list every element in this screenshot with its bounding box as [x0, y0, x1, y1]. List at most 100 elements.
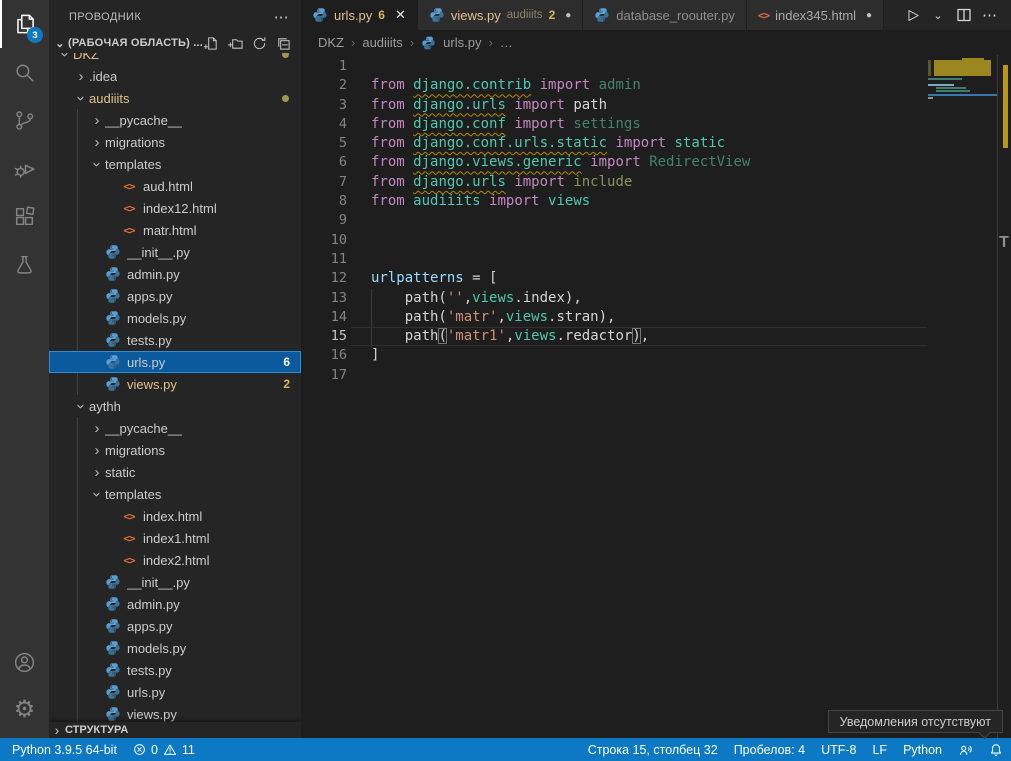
tree-item-DKZ[interactable]: ›DKZ	[49, 53, 301, 65]
sidebar-more-icon[interactable]: ⋯	[274, 8, 289, 26]
activity-search[interactable]	[0, 48, 49, 96]
tree-item-aud.html[interactable]: <>aud.html	[49, 175, 301, 197]
code-line-8[interactable]: 8from audiiits import views	[301, 192, 1011, 211]
breadcrumb-item[interactable]: audiiits	[362, 35, 402, 50]
tree-item-admin.py[interactable]: admin.py	[49, 263, 301, 285]
code-token: ,	[506, 328, 514, 344]
code-token: urlpatterns	[371, 270, 464, 286]
tree-item-apps.py[interactable]: apps.py	[49, 615, 301, 637]
activity-explorer[interactable]: 3	[0, 0, 49, 48]
code-editor[interactable]: 12from django.contrib import admin3from …	[301, 55, 1011, 738]
tree-item-apps.py[interactable]: apps.py	[49, 285, 301, 307]
split-editor-button[interactable]	[953, 4, 975, 26]
tree-item-aythh[interactable]: ›aythh	[49, 395, 301, 417]
indentation-status[interactable]: Пробелов: 4	[726, 738, 813, 761]
activity-extensions[interactable]	[0, 192, 49, 240]
code-line-2[interactable]: 2from django.contrib import admin	[301, 76, 1011, 95]
tree-item-migrations[interactable]: ›migrations	[49, 439, 301, 461]
code-line-3[interactable]: 3from django.urls import path	[301, 96, 1011, 115]
tree-item-views.py[interactable]: views.py	[49, 703, 301, 722]
breadcrumb-separator-icon: ›	[351, 35, 355, 50]
code-token: 'matr'	[447, 309, 498, 325]
tree-item-tests.py[interactable]: tests.py	[49, 659, 301, 681]
tree-item-static[interactable]: ›static	[49, 461, 301, 483]
tree-item-urls.py[interactable]: urls.py	[49, 681, 301, 703]
code-line-16[interactable]: 16]	[301, 346, 1011, 365]
tree-item-__pycache__[interactable]: ›__pycache__	[49, 417, 301, 439]
collapse-all-icon[interactable]	[276, 36, 291, 51]
overview-ruler[interactable]: T	[997, 55, 1011, 738]
tree-item-templates[interactable]: ›templates	[49, 153, 301, 175]
dirty-dot-icon[interactable]: ●	[866, 10, 872, 21]
workspace-section-header[interactable]: ⌄ (РАБОЧАЯ ОБЛАСТЬ) ...	[49, 33, 301, 53]
code-line-15[interactable]: 15 path('matr1',views.redactor),	[301, 327, 1011, 346]
close-icon[interactable]: ✕	[395, 7, 406, 23]
tab-index345.html[interactable]: <>index345.html●	[747, 0, 884, 30]
encoding-status[interactable]: UTF-8	[813, 738, 864, 761]
more-actions-button[interactable]: ⋯	[979, 4, 1001, 26]
tree-item-audiiits[interactable]: ›audiiits	[49, 87, 301, 109]
tab-views.py[interactable]: views.pyaudiiits2●	[418, 0, 583, 30]
code-line-7[interactable]: 7from django.urls import include	[301, 173, 1011, 192]
tree-item-index12.html[interactable]: <>index12.html	[49, 197, 301, 219]
code-line-11[interactable]: 11	[301, 250, 1011, 269]
cursor-position-status[interactable]: Строка 15, столбец 32	[580, 738, 726, 761]
language-mode-status[interactable]: Python	[895, 738, 950, 761]
modified-dot-icon	[282, 53, 289, 58]
activity-account[interactable]	[0, 638, 49, 686]
python-icon	[105, 266, 121, 282]
feedback-button[interactable]	[950, 738, 981, 761]
new-file-icon[interactable]	[204, 36, 219, 51]
tree-item-index1.html[interactable]: <>index1.html	[49, 527, 301, 549]
breadcrumb-item[interactable]: urls.py	[443, 35, 481, 50]
code-line-5[interactable]: 5from django.conf.urls.static import sta…	[301, 134, 1011, 153]
tree-item-index2.html[interactable]: <>index2.html	[49, 549, 301, 571]
problems-status[interactable]: 0 11	[125, 738, 203, 761]
breadcrumb-item[interactable]: DKZ	[318, 35, 344, 50]
activity-testing[interactable]	[0, 240, 49, 288]
code-line-1[interactable]: 1	[301, 57, 1011, 76]
tree-item-__init__.py[interactable]: __init__.py	[49, 571, 301, 593]
code-line-6[interactable]: 6from django.views.generic import Redire…	[301, 153, 1011, 172]
minimap[interactable]	[928, 57, 997, 187]
refresh-icon[interactable]	[252, 36, 267, 51]
run-dropdown-chevron-icon[interactable]: ⌄	[927, 4, 949, 26]
code-line-12[interactable]: 12urlpatterns = [	[301, 269, 1011, 288]
tree-item-models.py[interactable]: models.py	[49, 637, 301, 659]
tree-item-matr.html[interactable]: <>matr.html	[49, 219, 301, 241]
breadcrumb-item[interactable]: …	[500, 35, 513, 50]
outline-section-header[interactable]: › СТРУКТУРА	[49, 722, 301, 738]
code-token: ''	[447, 290, 464, 306]
python-interpreter-status[interactable]: Python 3.9.5 64-bit	[4, 738, 125, 761]
run-python-file-button[interactable]	[901, 4, 923, 26]
tree-item-label: __pycache__	[105, 113, 182, 128]
code-line-9[interactable]: 9	[301, 211, 1011, 230]
tree-item-tests.py[interactable]: tests.py	[49, 329, 301, 351]
code-line-4[interactable]: 4from django.conf import settings	[301, 115, 1011, 134]
code-line-17[interactable]: 17	[301, 366, 1011, 385]
tree-item-templates[interactable]: ›templates	[49, 483, 301, 505]
code-line-10[interactable]: 10	[301, 231, 1011, 250]
tab-urls.py[interactable]: urls.py6✕	[301, 0, 418, 30]
activity-source-control[interactable]	[0, 96, 49, 144]
tree-item-.idea[interactable]: ›.idea	[49, 65, 301, 87]
notifications-bell-button[interactable]	[981, 738, 1011, 761]
activity-settings[interactable]: ⚙	[0, 686, 49, 734]
eol-status[interactable]: LF	[864, 738, 895, 761]
tab-database_roouter.py[interactable]: database_roouter.py	[583, 0, 747, 30]
new-folder-icon[interactable]	[228, 36, 243, 51]
workspace-actions	[204, 36, 301, 51]
tree-item-migrations[interactable]: ›migrations	[49, 131, 301, 153]
tree-item-index.html[interactable]: <>index.html	[49, 505, 301, 527]
code-token: include	[573, 174, 632, 190]
code-line-13[interactable]: 13 path('',views.index),	[301, 289, 1011, 308]
tree-item-admin.py[interactable]: admin.py	[49, 593, 301, 615]
tree-item-views.py[interactable]: views.py2	[49, 373, 301, 395]
tree-item-models.py[interactable]: models.py	[49, 307, 301, 329]
activity-run-debug[interactable]	[0, 144, 49, 192]
tree-item-__pycache__[interactable]: ›__pycache__	[49, 109, 301, 131]
tree-item-__init__.py[interactable]: __init__.py	[49, 241, 301, 263]
dirty-dot-icon[interactable]: ●	[565, 10, 571, 21]
tree-item-urls.py[interactable]: urls.py6	[49, 351, 301, 373]
code-line-14[interactable]: 14 path('matr',views.stran),	[301, 308, 1011, 327]
